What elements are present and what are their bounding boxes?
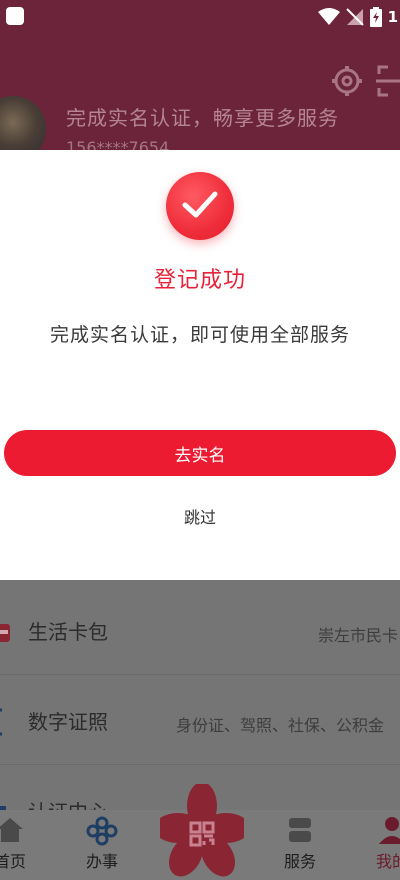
header-actions [330,64,400,98]
certificate-icon [0,708,2,736]
battery-charging-icon [369,7,382,27]
status-icons: 1 [317,7,398,27]
scan-icon[interactable] [376,64,400,98]
divider [0,674,400,675]
list-item[interactable]: 数字证照 身份证、驾照、社保、公积金 [0,684,400,760]
list-item[interactable]: 生活卡包 崇左市民卡 [0,594,400,670]
checkmark-icon [182,191,218,218]
home-icon [0,818,23,842]
knot-icon [86,816,118,846]
status-text: 1 [387,8,398,26]
verify-now-button[interactable]: 去实名 [4,430,396,476]
tab-label: 办事 [85,852,118,871]
dialog-message: 完成实名认证，即可使用全部服务 [49,324,350,346]
avatar[interactable] [0,96,46,150]
verify-prompt[interactable]: 完成实名认证，畅享更多服务 [66,102,339,131]
success-badge [166,172,234,240]
no-signal-icon [345,8,364,26]
dialog-title: 登记成功 [153,268,246,293]
tab-label: 我的 [375,852,400,871]
tab-label: 首页 [0,852,26,871]
tab-banshi[interactable]: 办事 [62,810,142,880]
bottom-nav: 首页 办事 服务 我的 [0,782,400,880]
profile-header: 完成实名认证，畅享更多服务 156****7654 [0,34,400,150]
scan-qr-button[interactable] [154,782,250,880]
gear-icon[interactable] [330,64,364,98]
tab-label: 服务 [283,852,316,871]
card-wallet-icon [0,624,10,642]
app-icon [6,7,24,25]
wifi-icon [317,8,340,25]
service-icon [289,818,311,842]
phone-number: 156****7654 [66,138,170,150]
tab-home[interactable]: 首页 [0,810,50,880]
divider [0,764,400,765]
status-bar: 1 [0,0,400,34]
tab-service[interactable]: 服务 [260,810,340,880]
person-icon [379,817,400,844]
tab-mine[interactable]: 我的 [352,810,400,880]
list-item-label: 数字证照 [28,710,108,734]
list-item-value: 崇左市民卡 [318,626,399,645]
qr-flower-icon [154,782,250,877]
skip-button[interactable]: 跳过 [0,504,400,528]
list-item-label: 生活卡包 [28,620,108,644]
list-item-value: 身份证、驾照、社保、公积金 [176,716,385,735]
success-dialog: 登记成功 完成实名认证，即可使用全部服务 去实名 跳过 [0,150,400,580]
